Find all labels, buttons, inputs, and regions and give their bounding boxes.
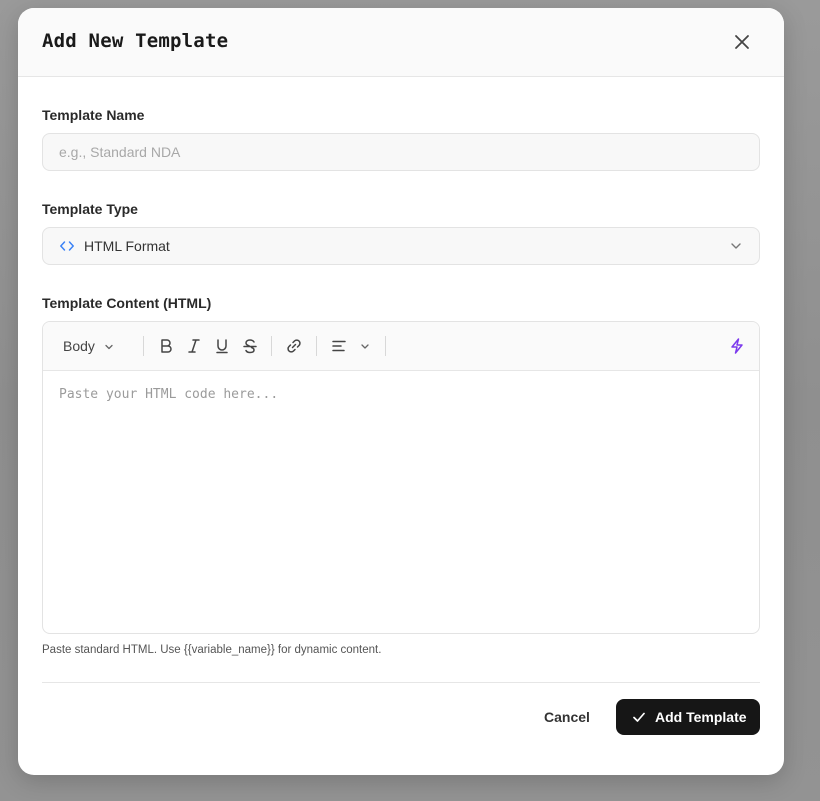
italic-icon[interactable] — [185, 337, 203, 355]
dialog-header: Add New Template — [18, 8, 784, 77]
toolbar-divider — [316, 336, 317, 356]
cancel-button[interactable]: Cancel — [530, 699, 604, 735]
add-template-button[interactable]: Add Template — [616, 699, 760, 735]
add-template-dialog: Add New Template Template Name Template … — [18, 8, 784, 775]
lightning-icon[interactable] — [728, 337, 746, 355]
chevron-down-icon — [731, 243, 741, 249]
underline-icon[interactable] — [213, 337, 231, 355]
template-type-select[interactable]: HTML Format — [42, 227, 760, 265]
align-left-icon[interactable] — [330, 337, 348, 355]
html-editor: Body — [42, 321, 760, 634]
text-style-value: Body — [63, 338, 95, 354]
bold-icon[interactable] — [157, 337, 175, 355]
check-icon — [633, 712, 645, 722]
template-content-label: Template Content (HTML) — [42, 295, 212, 311]
toolbar-divider — [143, 336, 144, 356]
template-type-label: Template Type — [42, 201, 138, 217]
template-name-field-wrapper — [42, 133, 760, 171]
helper-text: Paste standard HTML. Use {{variable_name… — [42, 644, 382, 656]
template-name-input[interactable] — [59, 134, 739, 170]
chevron-down-icon[interactable] — [359, 337, 371, 355]
footer-divider — [42, 682, 760, 683]
close-button[interactable] — [730, 30, 754, 54]
editor-toolbar: Body — [43, 322, 759, 371]
template-type-value: HTML Format — [84, 238, 170, 254]
strikethrough-icon[interactable] — [241, 337, 259, 355]
code-icon — [60, 241, 74, 251]
template-name-label: Template Name — [42, 107, 145, 123]
text-style-select[interactable]: Body — [63, 338, 114, 354]
toolbar-divider — [271, 336, 272, 356]
close-icon — [735, 35, 749, 49]
link-icon[interactable] — [285, 337, 303, 355]
dialog-title: Add New Template — [42, 30, 229, 52]
toolbar-divider — [385, 336, 386, 356]
chevron-down-icon — [105, 345, 113, 350]
html-content-input[interactable] — [59, 387, 743, 617]
add-template-label: Add Template — [655, 709, 747, 725]
editor-content-area — [43, 371, 759, 633]
